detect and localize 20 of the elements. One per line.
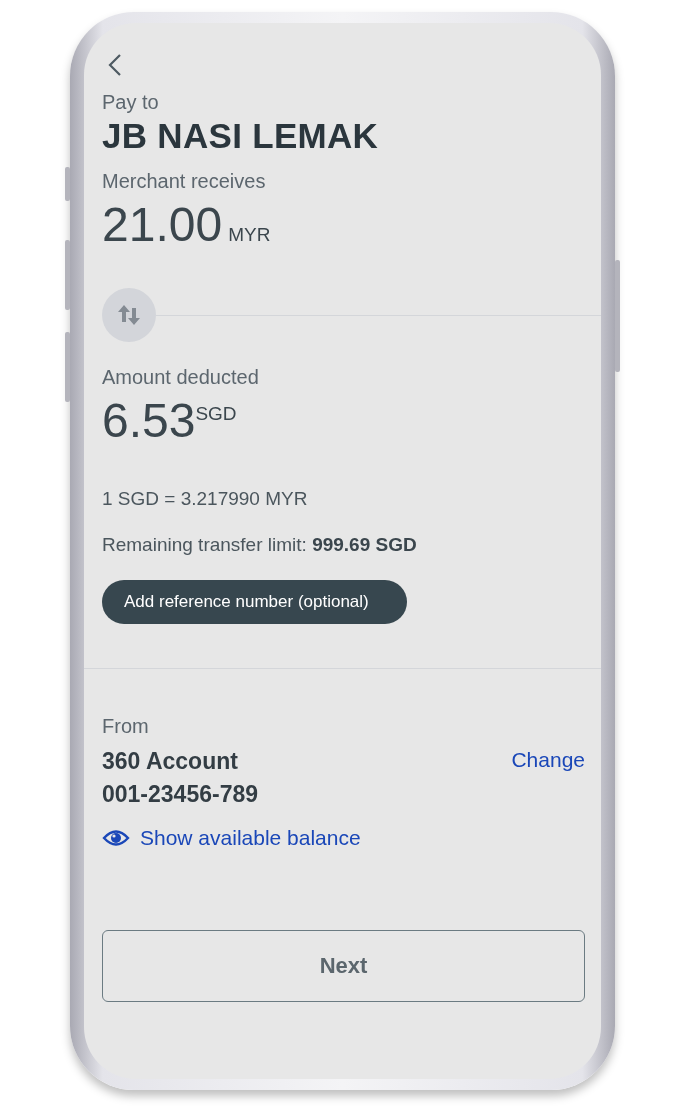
show-balance-link[interactable]: Show available balance (140, 826, 361, 850)
next-button[interactable]: Next (102, 930, 585, 1002)
merchant-name: JB NASI LEMAK (102, 116, 379, 156)
transfer-limit: Remaining transfer limit: 999.69 SGD (102, 534, 417, 556)
deducted-currency: SGD (195, 403, 237, 425)
account-number: 001-23456-789 (102, 781, 259, 808)
add-reference-button[interactable]: Add reference number (optional) (102, 580, 407, 624)
exchange-rate: 1 SGD = 3.217990 MYR (102, 488, 308, 510)
change-link[interactable]: Change (511, 748, 585, 772)
merchant-receives-label: Merchant receives (102, 170, 266, 193)
deducted-amount: 6.53 (102, 393, 196, 448)
back-icon[interactable] (108, 53, 122, 77)
pay-to-label: Pay to (102, 91, 159, 114)
eye-icon[interactable] (102, 828, 130, 848)
received-currency: MYR (228, 224, 271, 246)
amount-deducted-label: Amount deducted (102, 366, 259, 389)
account-name: 360 Account (102, 748, 238, 775)
received-amount: 21.00 (102, 197, 223, 252)
swap-icon[interactable] (102, 288, 156, 342)
from-label: From (102, 715, 149, 738)
